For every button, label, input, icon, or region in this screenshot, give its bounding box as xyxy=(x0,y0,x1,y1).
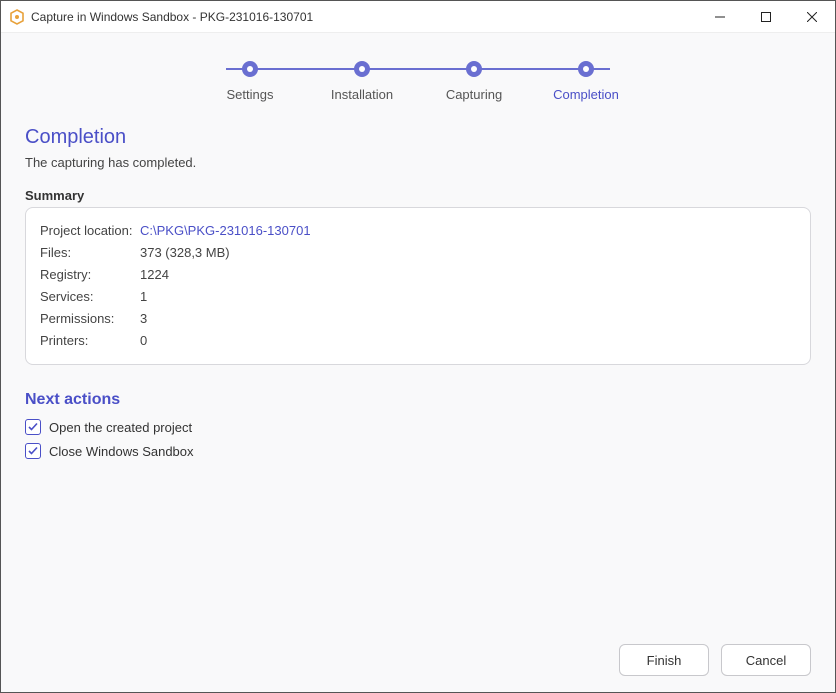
summary-row-permissions: Permissions: 3 xyxy=(40,308,796,330)
summary-key: Registry: xyxy=(40,264,140,286)
summary-row-files: Files: 373 (328,3 MB) xyxy=(40,242,796,264)
step-label: Completion xyxy=(553,87,619,102)
summary-heading: Summary xyxy=(25,188,811,203)
step-settings[interactable]: Settings xyxy=(210,61,290,102)
summary-key: Files: xyxy=(40,242,140,264)
step-installation[interactable]: Installation xyxy=(322,61,402,102)
checkbox-icon xyxy=(25,419,41,435)
summary-value: 3 xyxy=(140,308,147,330)
summary-value: 0 xyxy=(140,330,147,352)
checkbox-open-project[interactable]: Open the created project xyxy=(25,419,811,435)
checkbox-icon xyxy=(25,443,41,459)
checkbox-label: Open the created project xyxy=(49,420,192,435)
summary-box: Project location: C:\PKG\PKG-231016-1307… xyxy=(25,207,811,365)
close-button[interactable] xyxy=(789,1,835,32)
summary-value: 1224 xyxy=(140,264,169,286)
page-title: Completion xyxy=(25,126,811,149)
footer: Finish Cancel xyxy=(25,628,811,676)
summary-row-registry: Registry: 1224 xyxy=(40,264,796,286)
next-actions-heading: Next actions xyxy=(25,391,811,409)
project-location-link[interactable]: C:\PKG\PKG-231016-130701 xyxy=(140,220,311,242)
summary-value: 373 (328,3 MB) xyxy=(140,242,230,264)
window-controls xyxy=(697,1,835,32)
wizard-stepper: Settings Installation Capturing Completi… xyxy=(25,61,811,102)
page-subtitle: The capturing has completed. xyxy=(25,155,811,170)
summary-row-printers: Printers: 0 xyxy=(40,330,796,352)
minimize-button[interactable] xyxy=(697,1,743,32)
checkbox-label: Close Windows Sandbox xyxy=(49,444,194,459)
app-icon xyxy=(9,9,25,25)
step-dot-icon xyxy=(578,61,594,77)
summary-key: Project location: xyxy=(40,220,140,242)
step-label: Capturing xyxy=(446,87,502,102)
summary-project-location: Project location: C:\PKG\PKG-231016-1307… xyxy=(40,220,796,242)
step-completion[interactable]: Completion xyxy=(546,61,626,102)
summary-key: Printers: xyxy=(40,330,140,352)
checkbox-close-sandbox[interactable]: Close Windows Sandbox xyxy=(25,443,811,459)
window-title: Capture in Windows Sandbox - PKG-231016-… xyxy=(31,10,697,24)
step-label: Settings xyxy=(227,87,274,102)
step-capturing[interactable]: Capturing xyxy=(434,61,514,102)
maximize-button[interactable] xyxy=(743,1,789,32)
summary-key: Permissions: xyxy=(40,308,140,330)
step-dot-icon xyxy=(242,61,258,77)
step-dot-icon xyxy=(354,61,370,77)
summary-value: 1 xyxy=(140,286,147,308)
summary-row-services: Services: 1 xyxy=(40,286,796,308)
content-area: Settings Installation Capturing Completi… xyxy=(1,33,835,692)
summary-key: Services: xyxy=(40,286,140,308)
titlebar: Capture in Windows Sandbox - PKG-231016-… xyxy=(1,1,835,33)
step-label: Installation xyxy=(331,87,393,102)
finish-button[interactable]: Finish xyxy=(619,644,709,676)
cancel-button[interactable]: Cancel xyxy=(721,644,811,676)
step-dot-icon xyxy=(466,61,482,77)
